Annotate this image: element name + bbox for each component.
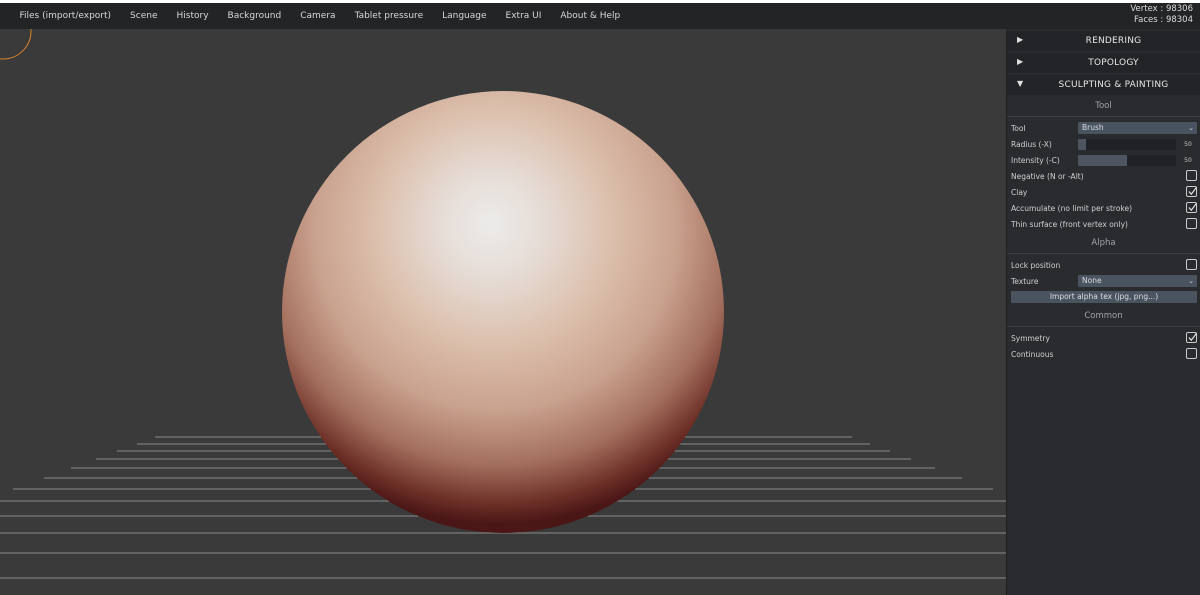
accumulate-label: Accumulate (no limit per stroke) [1011, 203, 1133, 213]
chevron-down-icon: ⌄ [1188, 124, 1194, 132]
texture-row: Texture None ⌄ [1007, 273, 1200, 289]
section-rendering-label: RENDERING [1085, 36, 1142, 46]
symmetry-checkbox[interactable] [1186, 332, 1198, 343]
checkmark-icon [1188, 186, 1198, 196]
intensity-slider[interactable] [1078, 155, 1176, 166]
menu-extra-ui[interactable]: Extra UI [496, 11, 551, 21]
accumulate-row: Accumulate (no limit per stroke) [1007, 200, 1200, 216]
expand-arrow-icon: ▶ [1017, 35, 1024, 44]
lock-position-row: Lock position [1007, 257, 1200, 273]
clay-row: Clay [1007, 184, 1200, 200]
menu-files[interactable]: Files (import/export) [10, 11, 121, 21]
negative-row: Negative (N or -Alt) [1007, 168, 1200, 184]
intensity-row: Intensity (-C) 50 [1007, 152, 1200, 168]
section-rendering[interactable]: ▶ RENDERING [1007, 31, 1200, 51]
radius-label: Radius (-X) [1011, 139, 1052, 149]
section-sculpting-label: SCULPTING & PAINTING [1058, 80, 1169, 90]
radius-slider-fill [1078, 139, 1086, 150]
expand-arrow-icon: ▶ [1017, 57, 1024, 66]
negative-checkbox[interactable] [1186, 170, 1197, 181]
tool-label: Tool [1011, 123, 1026, 133]
import-alpha-button[interactable]: Import alpha tex (jpg, png...) [1011, 291, 1197, 303]
continuous-label: Continuous [1011, 349, 1054, 359]
intensity-label: Intensity (-C) [1011, 155, 1060, 165]
accumulate-checkbox[interactable] [1186, 202, 1198, 213]
collapse-arrow-icon: ▼ [1017, 79, 1024, 88]
thin-surface-row: Thin surface (front vertex only) [1007, 216, 1200, 232]
sculpt-sphere[interactable] [282, 91, 724, 533]
side-panel: ▶ RENDERING ▶ TOPOLOGY ▼ SCULPTING & PAI… [1006, 29, 1200, 595]
checkmark-icon [1188, 202, 1198, 212]
negative-label: Negative (N or -Alt) [1011, 171, 1084, 181]
menu-background[interactable]: Background [218, 11, 291, 21]
menu-tablet-pressure[interactable]: Tablet pressure [345, 11, 433, 21]
tool-select[interactable]: Brush ⌄ [1078, 122, 1197, 134]
texture-select[interactable]: None ⌄ [1078, 275, 1197, 287]
section-sculpting-painting[interactable]: ▼ SCULPTING & PAINTING [1007, 75, 1200, 95]
subsection-tool-title: Tool [1007, 95, 1200, 117]
continuous-checkbox[interactable] [1186, 348, 1197, 359]
thin-surface-label: Thin surface (front vertex only) [1011, 219, 1128, 229]
symmetry-row: Symmetry [1007, 330, 1200, 346]
continuous-row: Continuous [1007, 346, 1200, 362]
menu-items: Files (import/export) Scene History Back… [0, 11, 630, 21]
intensity-value[interactable]: 50 [1180, 155, 1196, 166]
menubar: Files (import/export) Scene History Back… [0, 0, 1200, 29]
lock-position-label: Lock position [1011, 260, 1061, 270]
tool-select-value: Brush [1082, 123, 1104, 132]
tool-row: Tool Brush ⌄ [1007, 120, 1200, 136]
brush-cursor-ring [0, 29, 32, 60]
menu-camera[interactable]: Camera [291, 11, 345, 21]
vertex-count: Vertex : 98306 [1130, 4, 1193, 14]
radius-slider[interactable] [1078, 139, 1176, 150]
radius-value[interactable]: 50 [1180, 139, 1196, 150]
scene-render [0, 29, 1006, 579]
clay-checkbox[interactable] [1186, 186, 1198, 197]
clay-label: Clay [1011, 187, 1028, 197]
intensity-slider-fill [1078, 155, 1127, 166]
menu-scene[interactable]: Scene [121, 11, 167, 21]
radius-row: Radius (-X) 50 [1007, 136, 1200, 152]
viewport-canvas[interactable] [0, 29, 1006, 595]
menu-language[interactable]: Language [433, 11, 496, 21]
chevron-down-icon: ⌄ [1188, 277, 1194, 285]
thin-surface-checkbox[interactable] [1186, 218, 1197, 229]
subsection-common-title: Common [1007, 305, 1200, 327]
mesh-stats: Vertex : 98306 Faces : 98304 [1130, 4, 1193, 26]
checkmark-icon [1188, 332, 1198, 342]
menu-history[interactable]: History [167, 11, 218, 21]
section-topology[interactable]: ▶ TOPOLOGY [1007, 53, 1200, 73]
symmetry-label: Symmetry [1011, 333, 1050, 343]
subsection-alpha-title: Alpha [1007, 232, 1200, 254]
lock-position-checkbox[interactable] [1186, 259, 1197, 270]
texture-label: Texture [1011, 276, 1039, 286]
faces-count: Faces : 98304 [1134, 15, 1193, 25]
texture-select-value: None [1082, 276, 1102, 285]
menu-about-help[interactable]: About & Help [551, 11, 630, 21]
section-topology-label: TOPOLOGY [1088, 58, 1139, 68]
